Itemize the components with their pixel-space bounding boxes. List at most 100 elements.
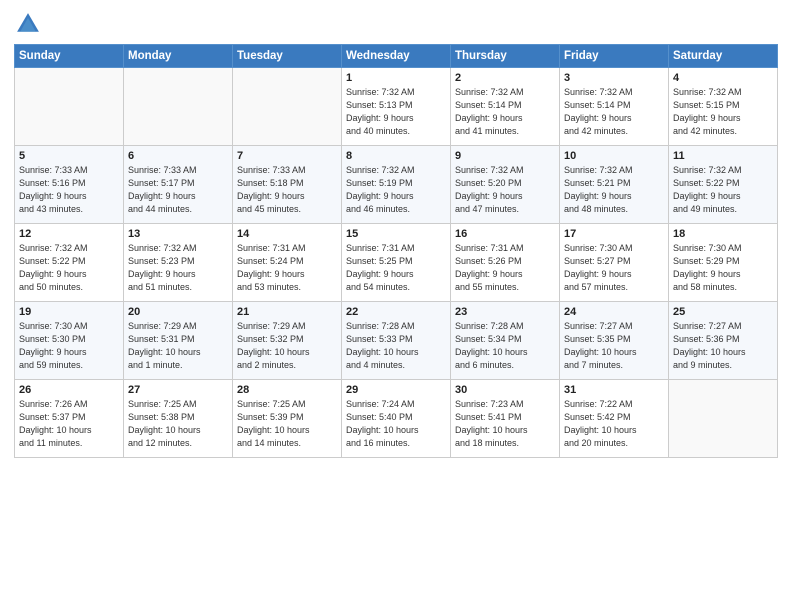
day-cell: 31Sunrise: 7:22 AM Sunset: 5:42 PM Dayli… <box>560 380 669 458</box>
day-cell: 3 Sunrise: 7:32 AM Sunset: 5:14 PM Daylig… <box>560 68 669 146</box>
day-number: 11 <box>673 150 773 162</box>
day-info: Sunrise: 7:30 AM Sunset: 5:29 PM Dayligh… <box>673 242 773 294</box>
day-number: 6 <box>128 150 228 162</box>
week-row-3: 12 Sunrise: 7:32 AM Sunset: 5:22 PM Dayli… <box>15 224 778 302</box>
day-info: Sunrise: 7:32 AM Sunset: 5:21 PM Dayligh… <box>564 164 664 216</box>
calendar: SundayMondayTuesdayWednesdayThursdayFrid… <box>14 44 778 458</box>
day-number: 9 <box>455 150 555 162</box>
weekday-header-monday: Monday <box>124 45 233 68</box>
day-cell: 24 Sunrise: 7:27 AM Sunset: 5:35 PM Dayli… <box>560 302 669 380</box>
day-cell: 7 Sunrise: 7:33 AM Sunset: 5:18 PM Daylig… <box>233 146 342 224</box>
day-cell: 30Sunrise: 7:23 AM Sunset: 5:41 PM Dayli… <box>451 380 560 458</box>
day-info: Sunrise: 7:25 AM Sunset: 5:38 PM Dayligh… <box>128 398 228 450</box>
day-cell: 16 Sunrise: 7:31 AM Sunset: 5:26 PM Dayli… <box>451 224 560 302</box>
day-info: Sunrise: 7:32 AM Sunset: 5:14 PM Dayligh… <box>564 86 664 138</box>
day-number: 17 <box>564 228 664 240</box>
day-number: 28 <box>237 384 337 396</box>
day-info: Sunrise: 7:26 AM Sunset: 5:37 PM Dayligh… <box>19 398 119 450</box>
day-cell: 9 Sunrise: 7:32 AM Sunset: 5:20 PM Daylig… <box>451 146 560 224</box>
day-info: Sunrise: 7:27 AM Sunset: 5:35 PM Dayligh… <box>564 320 664 372</box>
weekday-header-friday: Friday <box>560 45 669 68</box>
day-info: Sunrise: 7:28 AM Sunset: 5:34 PM Dayligh… <box>455 320 555 372</box>
day-cell: 14Sunrise: 7:31 AM Sunset: 5:24 PM Dayli… <box>233 224 342 302</box>
day-cell: 17 Sunrise: 7:30 AM Sunset: 5:27 PM Dayli… <box>560 224 669 302</box>
day-cell: 12 Sunrise: 7:32 AM Sunset: 5:22 PM Dayli… <box>15 224 124 302</box>
day-cell: 1 Sunrise: 7:32 AM Sunset: 5:13 PM Daylig… <box>342 68 451 146</box>
day-info: Sunrise: 7:22 AM Sunset: 5:42 PM Dayligh… <box>564 398 664 450</box>
day-cell: 22Sunrise: 7:28 AM Sunset: 5:33 PM Dayli… <box>342 302 451 380</box>
day-number: 26 <box>19 384 119 396</box>
day-cell: 27 Sunrise: 7:25 AM Sunset: 5:38 PM Dayli… <box>124 380 233 458</box>
day-info: Sunrise: 7:32 AM Sunset: 5:20 PM Dayligh… <box>455 164 555 216</box>
day-number: 5 <box>19 150 119 162</box>
day-number: 24 <box>564 306 664 318</box>
day-number: 18 <box>673 228 773 240</box>
day-number: 1 <box>346 72 446 84</box>
header <box>14 10 778 38</box>
day-number: 12 <box>19 228 119 240</box>
weekday-header-thursday: Thursday <box>451 45 560 68</box>
day-number: 20 <box>128 306 228 318</box>
weekday-header-sunday: Sunday <box>15 45 124 68</box>
weekday-header-wednesday: Wednesday <box>342 45 451 68</box>
day-number: 19 <box>19 306 119 318</box>
day-info: Sunrise: 7:29 AM Sunset: 5:32 PM Dayligh… <box>237 320 337 372</box>
day-cell: 4 Sunrise: 7:32 AM Sunset: 5:15 PM Daylig… <box>669 68 778 146</box>
day-info: Sunrise: 7:28 AM Sunset: 5:33 PM Dayligh… <box>346 320 446 372</box>
week-row-4: 19 Sunrise: 7:30 AM Sunset: 5:30 PM Dayli… <box>15 302 778 380</box>
day-info: Sunrise: 7:25 AM Sunset: 5:39 PM Dayligh… <box>237 398 337 450</box>
day-info: Sunrise: 7:31 AM Sunset: 5:25 PM Dayligh… <box>346 242 446 294</box>
week-row-2: 5Sunrise: 7:33 AM Sunset: 5:16 PM Daylig… <box>15 146 778 224</box>
day-cell: 21 Sunrise: 7:29 AM Sunset: 5:32 PM Dayli… <box>233 302 342 380</box>
day-number: 4 <box>673 72 773 84</box>
week-row-5: 26 Sunrise: 7:26 AM Sunset: 5:37 PM Dayli… <box>15 380 778 458</box>
day-info: Sunrise: 7:32 AM Sunset: 5:22 PM Dayligh… <box>673 164 773 216</box>
day-info: Sunrise: 7:32 AM Sunset: 5:15 PM Dayligh… <box>673 86 773 138</box>
day-number: 27 <box>128 384 228 396</box>
week-row-1: 1 Sunrise: 7:32 AM Sunset: 5:13 PM Daylig… <box>15 68 778 146</box>
day-number: 16 <box>455 228 555 240</box>
day-cell: 5Sunrise: 7:33 AM Sunset: 5:16 PM Daylig… <box>15 146 124 224</box>
day-cell <box>233 68 342 146</box>
day-info: Sunrise: 7:23 AM Sunset: 5:41 PM Dayligh… <box>455 398 555 450</box>
day-info: Sunrise: 7:32 AM Sunset: 5:13 PM Dayligh… <box>346 86 446 138</box>
day-cell: 28 Sunrise: 7:25 AM Sunset: 5:39 PM Dayli… <box>233 380 342 458</box>
day-number: 21 <box>237 306 337 318</box>
day-info: Sunrise: 7:31 AM Sunset: 5:26 PM Dayligh… <box>455 242 555 294</box>
day-info: Sunrise: 7:32 AM Sunset: 5:22 PM Dayligh… <box>19 242 119 294</box>
day-cell: 2 Sunrise: 7:32 AM Sunset: 5:14 PM Daylig… <box>451 68 560 146</box>
day-number: 2 <box>455 72 555 84</box>
day-info: Sunrise: 7:30 AM Sunset: 5:27 PM Dayligh… <box>564 242 664 294</box>
day-number: 7 <box>237 150 337 162</box>
weekday-header-row: SundayMondayTuesdayWednesdayThursdayFrid… <box>15 45 778 68</box>
day-number: 8 <box>346 150 446 162</box>
day-info: Sunrise: 7:27 AM Sunset: 5:36 PM Dayligh… <box>673 320 773 372</box>
day-cell: 26 Sunrise: 7:26 AM Sunset: 5:37 PM Dayli… <box>15 380 124 458</box>
day-cell: 10 Sunrise: 7:32 AM Sunset: 5:21 PM Dayli… <box>560 146 669 224</box>
day-cell: 20 Sunrise: 7:29 AM Sunset: 5:31 PM Dayli… <box>124 302 233 380</box>
logo-icon <box>14 10 42 38</box>
day-info: Sunrise: 7:24 AM Sunset: 5:40 PM Dayligh… <box>346 398 446 450</box>
day-info: Sunrise: 7:32 AM Sunset: 5:14 PM Dayligh… <box>455 86 555 138</box>
day-info: Sunrise: 7:31 AM Sunset: 5:24 PM Dayligh… <box>237 242 337 294</box>
day-cell: 11 Sunrise: 7:32 AM Sunset: 5:22 PM Dayli… <box>669 146 778 224</box>
day-number: 3 <box>564 72 664 84</box>
day-cell: 23 Sunrise: 7:28 AM Sunset: 5:34 PM Dayli… <box>451 302 560 380</box>
day-number: 25 <box>673 306 773 318</box>
day-cell: 18 Sunrise: 7:30 AM Sunset: 5:29 PM Dayli… <box>669 224 778 302</box>
day-cell <box>124 68 233 146</box>
day-info: Sunrise: 7:30 AM Sunset: 5:30 PM Dayligh… <box>19 320 119 372</box>
day-cell: 6 Sunrise: 7:33 AM Sunset: 5:17 PM Daylig… <box>124 146 233 224</box>
day-cell: 15 Sunrise: 7:31 AM Sunset: 5:25 PM Dayli… <box>342 224 451 302</box>
day-cell: 19 Sunrise: 7:30 AM Sunset: 5:30 PM Dayli… <box>15 302 124 380</box>
day-number: 23 <box>455 306 555 318</box>
day-info: Sunrise: 7:33 AM Sunset: 5:18 PM Dayligh… <box>237 164 337 216</box>
day-cell <box>15 68 124 146</box>
day-cell <box>669 380 778 458</box>
logo <box>14 10 46 38</box>
day-number: 10 <box>564 150 664 162</box>
day-info: Sunrise: 7:32 AM Sunset: 5:19 PM Dayligh… <box>346 164 446 216</box>
day-number: 15 <box>346 228 446 240</box>
day-info: Sunrise: 7:33 AM Sunset: 5:17 PM Dayligh… <box>128 164 228 216</box>
day-info: Sunrise: 7:29 AM Sunset: 5:31 PM Dayligh… <box>128 320 228 372</box>
